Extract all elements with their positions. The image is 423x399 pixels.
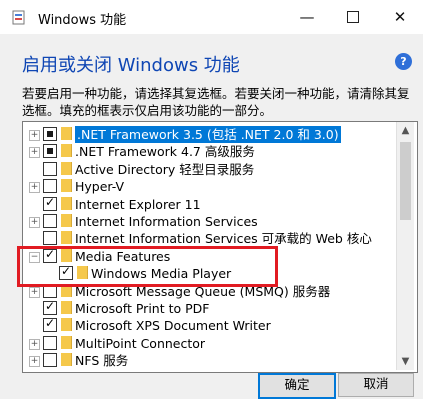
description-text: 若要启用一种功能，请选择其复选框。若要关闭一种功能，请清除其复选框。填充的框表示… xyxy=(22,86,410,118)
feature-row[interactable]: + Microsoft Message Queue (MSMQ) 服务器 xyxy=(23,283,398,301)
minimize-button[interactable]: — xyxy=(284,0,330,34)
expand-icon[interactable]: + xyxy=(29,338,40,350)
feature-label[interactable]: .NET Framework 4.7 高级服务 xyxy=(75,143,255,160)
maximize-button[interactable] xyxy=(330,0,376,34)
folder-icon xyxy=(61,318,72,332)
feature-checkbox[interactable]: ✓ xyxy=(59,264,73,281)
close-button[interactable]: ✕ xyxy=(377,0,423,34)
feature-row[interactable]: + .NET Framework 4.7 高级服务 xyxy=(23,143,398,161)
expand-icon[interactable]: + xyxy=(29,356,40,368)
folder-icon xyxy=(61,196,72,210)
title-bar: Windows 功能 — ✕ xyxy=(0,0,423,34)
feature-row[interactable]: + .NET Framework 3.5 (包括 .NET 2.0 和 3.0) xyxy=(23,126,398,144)
feature-row[interactable]: + Hyper-V xyxy=(23,178,398,196)
expand-icon[interactable]: + xyxy=(29,286,40,298)
feature-label[interactable]: Windows Media Player xyxy=(91,265,231,282)
feature-checkbox[interactable] xyxy=(43,144,57,159)
feature-checkbox[interactable] xyxy=(43,283,57,298)
feature-checkbox[interactable] xyxy=(43,179,57,194)
feature-checkbox[interactable]: ✓ xyxy=(43,194,57,211)
folder-icon xyxy=(61,301,72,314)
feature-label[interactable]: MultiPoint Connector xyxy=(75,335,205,352)
folder-icon xyxy=(77,266,88,280)
feature-label[interactable]: Microsoft Message Queue (MSMQ) 服务器 xyxy=(75,283,330,300)
windows-features-app-icon xyxy=(12,10,25,25)
expand-icon[interactable]: + xyxy=(29,147,40,159)
folder-icon xyxy=(61,248,72,262)
feature-row[interactable]: + NFS 服务 xyxy=(23,352,398,370)
folder-icon xyxy=(61,179,72,193)
expand-icon[interactable]: + xyxy=(29,130,40,141)
feature-row[interactable]: ✓ Internet Explorer 11 xyxy=(23,194,398,214)
feature-checkbox[interactable] xyxy=(43,127,57,141)
feature-checkbox[interactable]: ✓ xyxy=(43,246,57,263)
folder-icon xyxy=(61,144,72,158)
maximize-icon xyxy=(347,11,359,23)
page-heading: 启用或关闭 Windows 功能 xyxy=(22,55,240,76)
help-icon[interactable]: ? xyxy=(395,53,412,70)
checkmark-icon: ✓ xyxy=(45,316,56,331)
features-tree[interactable]: + .NET Framework 3.5 (包括 .NET 2.0 和 3.0) +… xyxy=(22,121,418,373)
folder-icon xyxy=(61,231,72,245)
close-icon: ✕ xyxy=(393,8,407,26)
expand-icon[interactable]: + xyxy=(29,182,40,194)
feature-label[interactable]: .NET Framework 3.5 (包括 .NET 2.0 和 3.0) xyxy=(75,126,341,143)
feature-row[interactable]: ✓ Microsoft XPS Document Writer xyxy=(23,316,398,335)
feature-checkbox[interactable] xyxy=(43,335,57,350)
window-title: Windows 功能 xyxy=(38,13,127,28)
feature-checkbox[interactable] xyxy=(43,231,57,246)
feature-row[interactable]: + MultiPoint Connector xyxy=(23,335,398,353)
feature-checkbox[interactable] xyxy=(43,214,57,228)
ok-button[interactable]: 确定 xyxy=(258,373,336,399)
feature-label[interactable]: Media Features xyxy=(75,248,170,265)
feature-row[interactable]: − ✓ Media Features xyxy=(23,246,398,266)
scroll-up-icon[interactable]: ▲ xyxy=(397,122,414,139)
feature-label[interactable]: Internet Information Services xyxy=(75,213,258,230)
folder-icon xyxy=(61,353,72,367)
feature-checkbox[interactable]: ✓ xyxy=(43,316,57,333)
checkmark-icon: ✓ xyxy=(45,299,56,313)
checkmark-icon: ✓ xyxy=(45,246,56,261)
feature-row[interactable]: ✓ Windows Media Player xyxy=(23,264,398,283)
checkmark-icon: ✓ xyxy=(45,194,56,209)
folder-icon xyxy=(61,214,72,227)
checkmark-icon: ✓ xyxy=(61,264,72,279)
feature-label[interactable]: Hyper-V xyxy=(75,178,124,195)
feature-label[interactable]: Internet Explorer 11 xyxy=(75,196,201,213)
folder-icon xyxy=(61,127,72,140)
feature-label[interactable]: Active Directory 轻型目录服务 xyxy=(75,161,254,178)
folder-icon xyxy=(61,335,72,349)
feature-row[interactable]: + Internet Information Services xyxy=(23,213,398,231)
scroll-thumb[interactable] xyxy=(400,142,411,220)
collapse-icon[interactable]: − xyxy=(29,251,40,263)
cancel-button[interactable]: 取消 xyxy=(338,373,414,397)
feature-checkbox[interactable] xyxy=(43,353,57,368)
feature-checkbox[interactable] xyxy=(43,161,57,176)
feature-label[interactable]: Internet Information Services 可承载的 Web 核… xyxy=(75,230,372,247)
expand-icon[interactable]: + xyxy=(29,217,40,228)
feature-row[interactable]: Active Directory 轻型目录服务 xyxy=(23,161,398,179)
feature-checkbox[interactable]: ✓ xyxy=(43,299,57,315)
scroll-down-icon[interactable]: ▼ xyxy=(397,353,414,370)
minimize-icon: — xyxy=(299,8,315,26)
feature-label[interactable]: NFS 服务 xyxy=(75,352,128,369)
feature-row[interactable]: Internet Information Services 可承载的 Web 核… xyxy=(23,230,398,248)
feature-label[interactable]: Microsoft XPS Document Writer xyxy=(75,317,271,334)
folder-icon xyxy=(61,283,72,297)
feature-row[interactable]: ✓ Microsoft Print to PDF xyxy=(23,299,398,318)
folder-icon xyxy=(61,161,72,175)
feature-label[interactable]: Microsoft Print to PDF xyxy=(75,300,209,317)
vertical-scrollbar[interactable]: ▲ ▼ xyxy=(396,122,414,370)
